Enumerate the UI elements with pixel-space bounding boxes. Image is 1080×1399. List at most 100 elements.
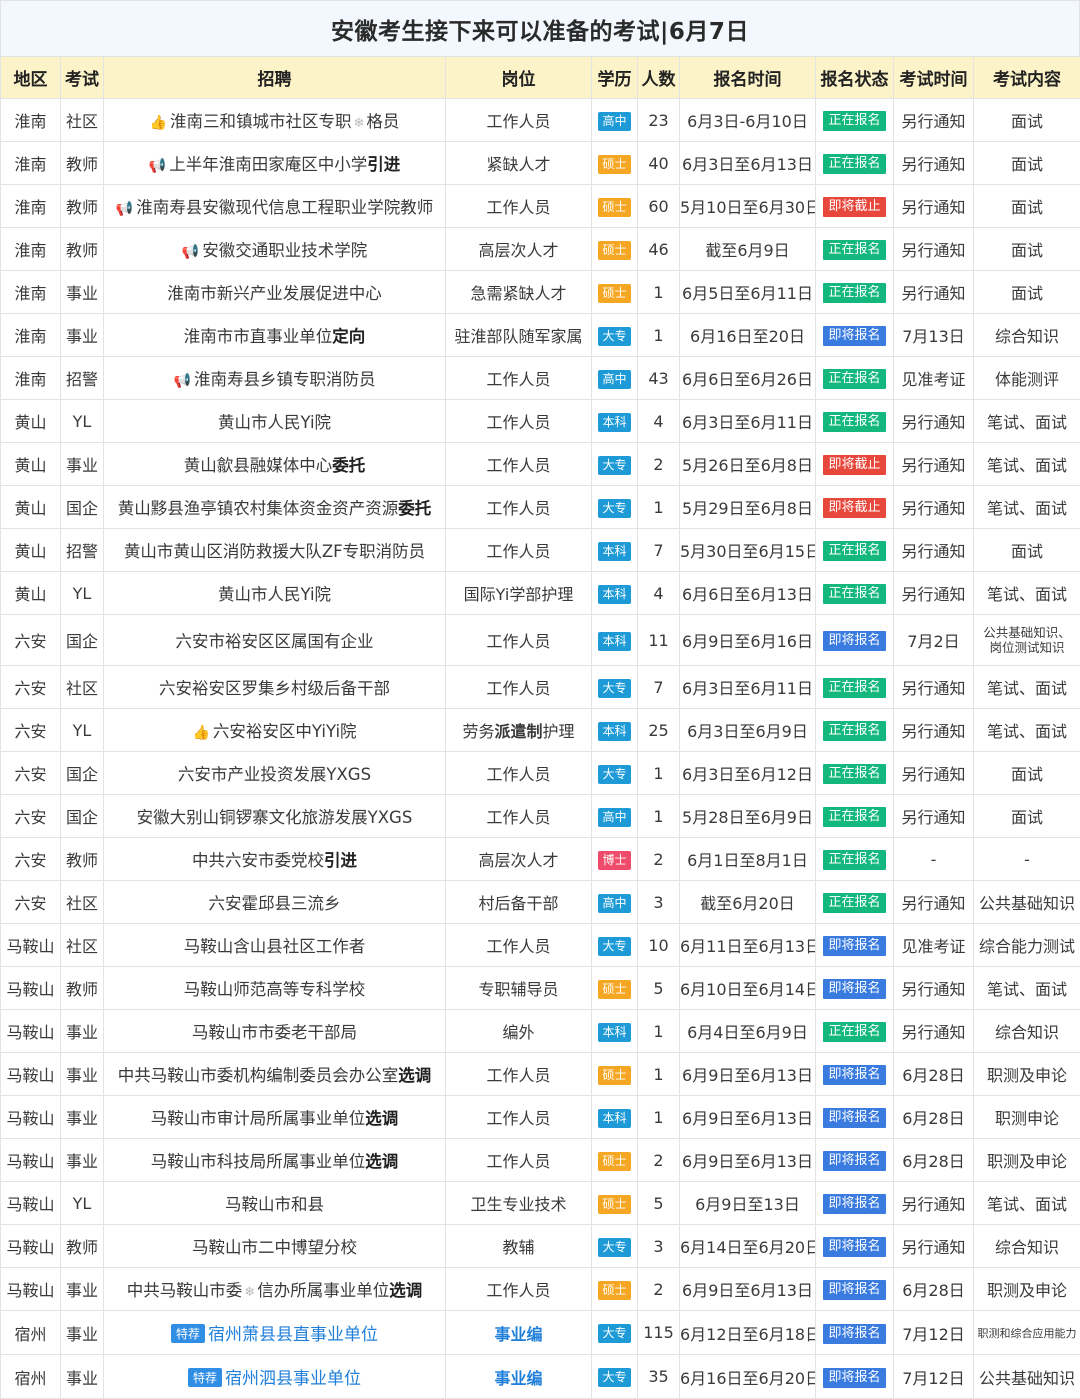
page-title: 安徽考生接下来可以准备的考试|6月7日: [0, 0, 1080, 56]
cell-recruit: 马鞍山市审计局所属事业单位选调: [104, 1096, 446, 1139]
cell-exam: 另行通知: [894, 99, 974, 142]
table-row: 六安国企六安市产业投资发展YXGS工作人员大专16月3日至6月12日正在报名另行…: [1, 752, 1080, 795]
cell-status: 正在报名: [816, 142, 894, 185]
status-badge: 正在报名: [823, 584, 885, 604]
recruit-text: 中共马鞍山市委机构编制委员会办公室: [118, 1066, 399, 1085]
recruit-text: 马鞍山师范高等专科学校: [184, 980, 366, 999]
cell-content: 职测和综合应用能力: [974, 1311, 1080, 1355]
cell-content: 面试: [974, 228, 1080, 271]
status-badge: 即将报名: [823, 979, 885, 999]
cell-status: 即将报名: [816, 1182, 894, 1225]
recruit-text: 马鞍山市科技局所属事业单位: [151, 1152, 366, 1171]
edu-badge: 博士: [598, 851, 630, 870]
cell-exam: 另行通知: [894, 443, 974, 486]
cell-reg: 6月3日-6月10日: [680, 99, 816, 142]
status-badge: 正在报名: [823, 850, 885, 870]
post-link[interactable]: 事业编: [494, 1325, 542, 1344]
cell-recruit: 📢淮南寿县乡镇专职消防员: [104, 357, 446, 400]
cell-post: 工作人员: [446, 99, 592, 142]
cell-num: 40: [638, 142, 680, 185]
recruit-link[interactable]: 宿州萧县县直事业单位: [208, 1325, 378, 1345]
cell-edu: 博士: [592, 838, 638, 881]
status-badge: 即将报名: [823, 1065, 885, 1085]
cell-status: 即将报名: [816, 967, 894, 1010]
cell-recruit: 📢上半年淮南田家庵区中小学引进: [104, 142, 446, 185]
recruit-text: 六安裕安区中YiYi院: [213, 722, 357, 741]
cell-reg: 6月3日至6月11日: [680, 666, 816, 709]
cell-region: 淮南: [1, 228, 61, 271]
cell-num: 46: [638, 228, 680, 271]
recruit-text: 黄山歙县融媒体中心: [184, 456, 333, 475]
cell-region: 马鞍山: [1, 1053, 61, 1096]
cell-recruit: 马鞍山市和县: [104, 1182, 446, 1225]
thumbs-up-icon: 👍: [150, 115, 167, 131]
cell-recruit: 马鞍山师范高等专科学校: [104, 967, 446, 1010]
thumbs-up-icon: 👍: [192, 725, 209, 741]
cell-num: 4: [638, 572, 680, 615]
recruit-text: 上半年淮南田家庵区中小学: [169, 155, 367, 174]
cell-post: 编外: [446, 1010, 592, 1053]
recruit-text: 淮南寿县安徽现代信息工程职业学院教师: [136, 198, 433, 217]
cell-recruit: 👍六安裕安区中YiYi院: [104, 709, 446, 752]
status-badge: 正在报名: [823, 541, 885, 561]
cell-num: 2: [638, 443, 680, 486]
cell-recruit: 黄山歙县融媒体中心委托: [104, 443, 446, 486]
table-row: 宿州事业特荐宿州萧县县直事业单位事业编大专1156月12日至6月18日即将报名7…: [1, 1311, 1080, 1355]
table-row: 淮南教师📢安徽交通职业技术学院高层次人才硕士46截至6月9日正在报名另行通知面试: [1, 228, 1080, 271]
cell-num: 60: [638, 185, 680, 228]
table-row: 黄山YL黄山市人民Yi院国际Yi学部护理本科46月6日至6月13日正在报名另行通…: [1, 572, 1080, 615]
recruit-text: 黄山市人民Yi院: [218, 413, 331, 432]
cell-type: 事业: [61, 443, 104, 486]
table-row: 六安社区六安裕安区罗集乡村级后备干部工作人员大专76月3日至6月11日正在报名另…: [1, 666, 1080, 709]
table-row: 马鞍山YL马鞍山市和县卫生专业技术硕士56月9日至13日即将报名另行通知笔试、面…: [1, 1182, 1080, 1225]
cell-recruit: 淮南市市直事业单位定向: [104, 314, 446, 357]
cell-exam: 另行通知: [894, 967, 974, 1010]
edu-badge: 硕士: [598, 1195, 630, 1214]
edu-badge: 硕士: [598, 1066, 630, 1085]
megaphone-icon: 📢: [116, 201, 133, 217]
table-row: 黄山招警黄山市黄山区消防救援大队ZF专职消防员工作人员本科75月30日至6月15…: [1, 529, 1080, 572]
cell-reg: 截至6月20日: [680, 881, 816, 924]
cell-post: 工作人员: [446, 529, 592, 572]
cell-type: 国企: [61, 795, 104, 838]
cell-num: 10: [638, 924, 680, 967]
edu-badge: 高中: [598, 894, 630, 913]
post-link[interactable]: 事业编: [494, 1369, 542, 1388]
cell-num: 2: [638, 1139, 680, 1182]
cell-status: 即将截止: [816, 443, 894, 486]
cell-type: 事业: [61, 1010, 104, 1053]
cell-exam: 7月13日: [894, 314, 974, 357]
edu-badge: 高中: [598, 370, 630, 389]
cell-status: 即将报名: [816, 1268, 894, 1311]
cell-region: 六安: [1, 838, 61, 881]
cell-content: 公共基础知识、岗位测试知识: [974, 615, 1080, 666]
cell-content: 职测及申论: [974, 1139, 1080, 1182]
recruit-text: 安徽交通职业技术学院: [202, 241, 367, 260]
edu-badge: 高中: [598, 808, 630, 827]
cell-status: 正在报名: [816, 99, 894, 142]
header-recruit: 招聘: [104, 57, 446, 99]
cell-post: 劳务派遣制护理: [446, 709, 592, 752]
cell-post: 工作人员: [446, 357, 592, 400]
edu-badge: 硕士: [598, 980, 630, 999]
cell-exam: 6月28日: [894, 1096, 974, 1139]
recruit-emphasis: 委托: [398, 499, 431, 518]
cell-type: YL: [61, 1182, 104, 1225]
recruit-link[interactable]: 宿州泗县事业单位: [225, 1369, 361, 1389]
cell-edu: 硕士: [592, 142, 638, 185]
cell-recruit: 马鞍山含山县社区工作者: [104, 924, 446, 967]
table-row: 六安教师中共六安市委党校引进高层次人才博士26月1日至8月1日正在报名--: [1, 838, 1080, 881]
cell-reg: 5月26日至6月8日: [680, 443, 816, 486]
cell-content: 面试: [974, 271, 1080, 314]
cell-num: 1: [638, 314, 680, 357]
cell-region: 黄山: [1, 443, 61, 486]
cell-post: 工作人员: [446, 615, 592, 666]
cell-region: 六安: [1, 881, 61, 924]
cell-type: 事业: [61, 1096, 104, 1139]
table-row: 黄山国企黄山黟县渔亭镇农村集体资金资产资源委托工作人员大专15月29日至6月8日…: [1, 486, 1080, 529]
cell-post: 工作人员: [446, 486, 592, 529]
recruit-text: 中共马鞍山市委: [127, 1281, 243, 1300]
status-badge: 正在报名: [823, 283, 885, 303]
status-badge: 正在报名: [823, 412, 885, 432]
cell-post: 工作人员: [446, 1096, 592, 1139]
